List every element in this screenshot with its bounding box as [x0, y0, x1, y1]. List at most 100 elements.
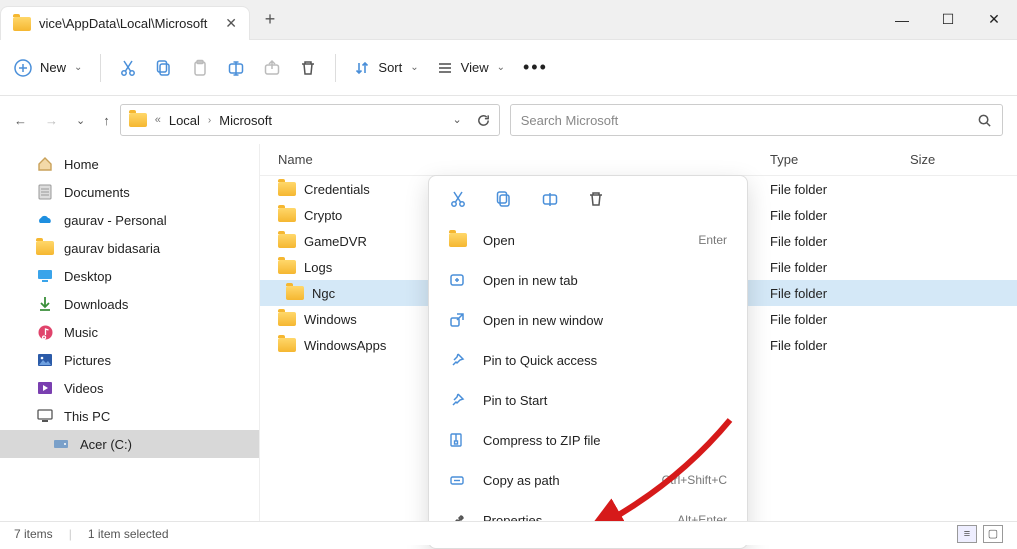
sidebar-item-label: Downloads [64, 297, 128, 312]
rename-icon[interactable] [541, 190, 559, 208]
file-type: File folder [770, 208, 910, 223]
sidebar-item-this-pc[interactable]: This PC [0, 402, 259, 430]
file-type: File folder [770, 338, 910, 353]
file-name: GameDVR [304, 234, 367, 249]
refresh-icon[interactable] [476, 113, 491, 128]
menu-item-label: Open in new tab [483, 273, 578, 288]
delete-icon[interactable] [299, 59, 317, 77]
menu-item-label: Pin to Start [483, 393, 547, 408]
delete-icon[interactable] [587, 190, 605, 208]
close-tab-icon[interactable]: ✕ [225, 15, 237, 32]
menu-item-pin-to-quick-access[interactable]: Pin to Quick access [429, 340, 747, 380]
breadcrumb-item[interactable]: Microsoft [219, 113, 272, 128]
menu-item-open-in-new-window[interactable]: Open in new window [429, 300, 747, 340]
new-button[interactable]: New ⌄ [14, 59, 82, 77]
download-icon [36, 296, 54, 312]
back-button[interactable]: ← [14, 113, 27, 128]
menu-item-label: Pin to Quick access [483, 353, 597, 368]
pin-icon [449, 352, 467, 368]
menu-item-pin-to-start[interactable]: Pin to Start [429, 380, 747, 420]
sidebar-item-label: Pictures [64, 353, 111, 368]
file-type: File folder [770, 182, 910, 197]
search-icon [977, 113, 992, 128]
up-button[interactable]: ↑ [103, 113, 110, 128]
sort-icon [354, 60, 370, 76]
desktop-icon [36, 269, 54, 283]
file-name: WindowsApps [304, 338, 386, 353]
chevron-down-icon: ⌄ [497, 62, 505, 73]
column-headers[interactable]: Name Type Size [260, 144, 1017, 176]
search-input[interactable]: Search Microsoft [510, 104, 1003, 136]
sidebar-item-home[interactable]: Home [0, 150, 259, 178]
folder-icon [278, 234, 296, 248]
status-bar: 7 items | 1 item selected ≡ ▢ [0, 521, 1017, 545]
menu-item-copy-as-path[interactable]: Copy as pathCtrl+Shift+C [429, 460, 747, 500]
sidebar-item-acer-c-[interactable]: Acer (C:) [0, 430, 259, 458]
file-type: File folder [770, 260, 910, 275]
onedrive-icon [36, 214, 54, 226]
history-chevron-icon[interactable]: ⌄ [453, 113, 462, 128]
file-type: File folder [770, 286, 910, 301]
maximize-button[interactable]: ☐ [925, 0, 971, 39]
sidebar-item-documents[interactable]: Documents [0, 178, 259, 206]
menu-item-compress-to-zip-file[interactable]: Compress to ZIP file [429, 420, 747, 460]
new-label: New [40, 60, 66, 75]
cut-icon[interactable] [449, 190, 467, 208]
column-name[interactable]: Name [260, 152, 770, 167]
recent-button[interactable]: ⌄ [76, 113, 85, 128]
column-type[interactable]: Type [770, 152, 910, 167]
menu-item-open[interactable]: OpenEnter [429, 220, 747, 260]
paste-icon [191, 59, 209, 77]
sidebar-item-music[interactable]: Music [0, 318, 259, 346]
sidebar-item-gaurav-bidasaria[interactable]: gaurav bidasaria [0, 234, 259, 262]
folder-icon [278, 338, 296, 352]
copy-icon[interactable] [495, 190, 513, 208]
file-type: File folder [770, 312, 910, 327]
close-window-button[interactable]: ✕ [971, 0, 1017, 39]
navigation-bar: ← → ⌄ ↑ « Local › Microsoft ⌄ Search Mic… [0, 96, 1017, 144]
sidebar-item-downloads[interactable]: Downloads [0, 290, 259, 318]
menu-item-open-in-new-tab[interactable]: Open in new tab [429, 260, 747, 300]
search-placeholder: Search Microsoft [521, 113, 619, 128]
tab-title: vice\AppData\Local\Microsoft [39, 16, 207, 31]
sort-button[interactable]: Sort ⌄ [354, 60, 418, 76]
sidebar-item-label: Acer (C:) [80, 437, 132, 452]
file-name: Windows [304, 312, 357, 327]
new-icon [14, 59, 32, 77]
menu-item-label: Open [483, 233, 515, 248]
sidebar-item-videos[interactable]: Videos [0, 374, 259, 402]
forward-button[interactable]: → [45, 113, 58, 128]
zip-icon [449, 432, 467, 448]
new-tab-button[interactable]: + [250, 0, 290, 39]
copy-icon[interactable] [155, 59, 173, 77]
minimize-button[interactable]: — [879, 0, 925, 39]
file-name: Crypto [304, 208, 342, 223]
cut-icon[interactable] [119, 59, 137, 77]
rename-icon[interactable] [227, 59, 245, 77]
menu-item-label: Copy as path [483, 473, 560, 488]
music-icon [36, 325, 54, 340]
sidebar-item-pictures[interactable]: Pictures [0, 346, 259, 374]
sidebar-item-gaurav-personal[interactable]: gaurav - Personal [0, 206, 259, 234]
pictures-icon [36, 353, 54, 367]
chevron-down-icon: ⌄ [74, 62, 82, 73]
navigation-pane: Home Documents gaurav - Personalgaurav bid… [0, 144, 260, 521]
file-name: Credentials [304, 182, 370, 197]
newtab-icon [449, 272, 467, 288]
home-icon [36, 156, 54, 172]
sidebar-item-desktop[interactable]: Desktop [0, 262, 259, 290]
window-tab[interactable]: vice\AppData\Local\Microsoft ✕ [0, 6, 250, 40]
open-icon [449, 233, 467, 247]
thumbnails-view-toggle[interactable]: ▢ [983, 525, 1003, 543]
folder-icon [129, 113, 147, 127]
folder-icon [278, 208, 296, 222]
sidebar-item-label: Music [64, 325, 98, 340]
breadcrumb-item[interactable]: Local [169, 113, 200, 128]
view-label: View [461, 60, 489, 75]
column-size[interactable]: Size [910, 152, 1017, 167]
more-button[interactable]: ••• [523, 57, 548, 78]
details-view-toggle[interactable]: ≡ [957, 525, 977, 543]
sidebar-item-label: Documents [64, 185, 130, 200]
address-bar[interactable]: « Local › Microsoft ⌄ [120, 104, 500, 136]
view-button[interactable]: View ⌄ [437, 60, 505, 76]
